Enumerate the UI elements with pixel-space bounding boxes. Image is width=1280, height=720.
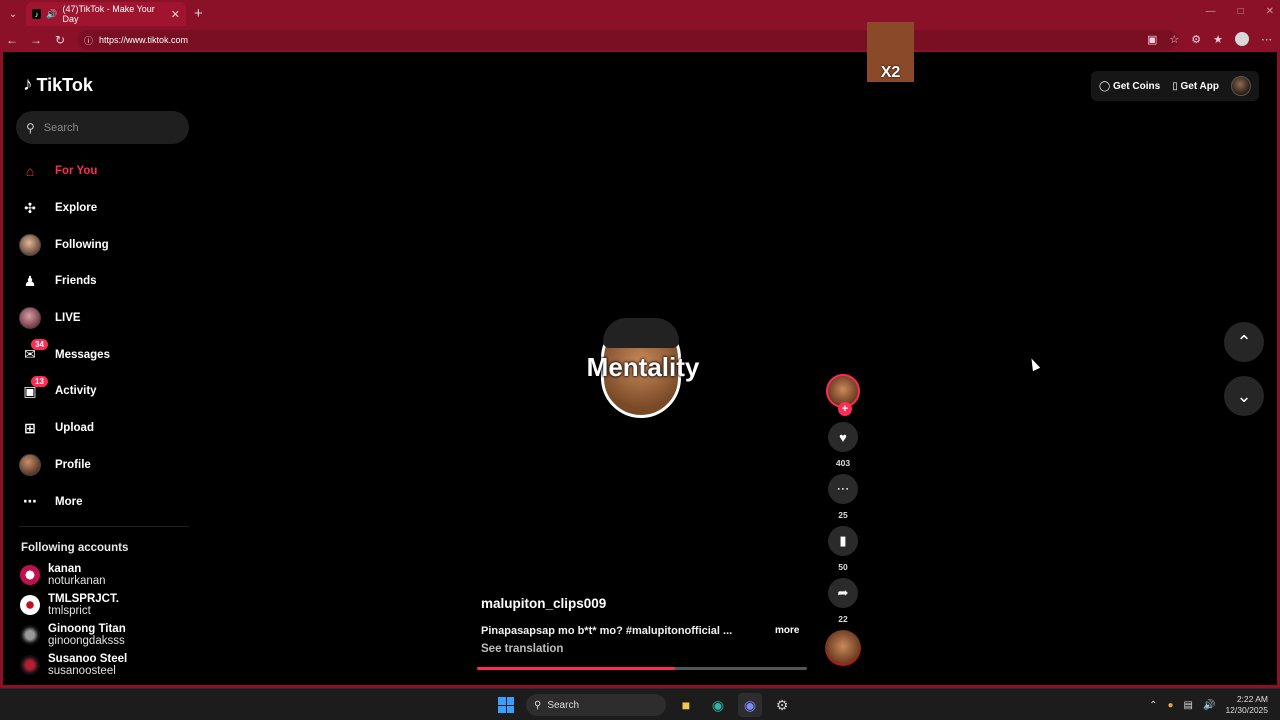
url-text: https://www.tiktok.com bbox=[99, 35, 189, 45]
tab-title: (47)TikTok - Make Your Day bbox=[62, 4, 155, 24]
tab-actions-icon[interactable]: ⌄ bbox=[0, 0, 26, 28]
clock-time: 2:22 AM bbox=[1236, 694, 1268, 704]
app-icon[interactable]: ⚙ bbox=[770, 693, 794, 717]
browser-profile-icon[interactable] bbox=[1235, 32, 1249, 46]
favorites-icon[interactable]: ★ bbox=[1213, 33, 1223, 46]
taskbar-search-label: Search bbox=[547, 699, 580, 711]
favorite-star-icon[interactable]: ☆ bbox=[1169, 33, 1179, 46]
taskbar: ⚲ Search ■ ◉ ◉ ⚙ ⌃ ● ▤ 🔊 2:22 AM 12/30/2… bbox=[0, 688, 1280, 720]
taskbar-search[interactable]: ⚲ Search bbox=[526, 694, 666, 716]
system-tray: ⌃ ● ▤ 🔊 2:22 AM 12/30/2025 bbox=[1149, 694, 1268, 716]
site-info-icon[interactable]: ⓘ bbox=[84, 34, 93, 47]
tray-overflow-icon[interactable]: ⌃ bbox=[1149, 700, 1157, 711]
back-icon[interactable]: ← bbox=[0, 33, 24, 47]
close-window-icon[interactable]: ✕ bbox=[1266, 6, 1274, 17]
file-explorer-icon[interactable]: ■ bbox=[674, 693, 698, 717]
maximize-icon[interactable]: □ bbox=[1238, 6, 1244, 17]
extension-icon[interactable]: ⚙ bbox=[1191, 33, 1201, 46]
close-tab-icon[interactable]: ✕ bbox=[171, 8, 180, 21]
forward-icon[interactable]: → bbox=[24, 33, 48, 47]
address-bar-actions: ▣ ☆ ⚙ ★ ⋯ bbox=[1147, 32, 1272, 46]
search-icon: ⚲ bbox=[534, 699, 542, 711]
audio-icon[interactable]: 🔊 bbox=[46, 9, 57, 20]
browser-frame bbox=[0, 52, 1280, 688]
network-icon[interactable]: ▤ bbox=[1184, 700, 1193, 711]
discord-icon[interactable]: ◉ bbox=[738, 693, 762, 717]
browser-titlebar: ⌄ ♪ 🔊 (47)TikTok - Make Your Day ✕ + — □… bbox=[0, 0, 1280, 28]
browser-tab[interactable]: ♪ 🔊 (47)TikTok - Make Your Day ✕ bbox=[26, 2, 186, 26]
address-bar-row: ← → ↻ ⓘ https://www.tiktok.com ▣ ☆ ⚙ ★ ⋯ bbox=[0, 28, 1280, 52]
apps-icon[interactable]: ▣ bbox=[1147, 33, 1157, 46]
edge-icon[interactable]: ◉ bbox=[706, 693, 730, 717]
taskbar-apps: ⚲ Search ■ ◉ ◉ ⚙ bbox=[494, 693, 794, 717]
new-tab-icon[interactable]: + bbox=[194, 5, 203, 22]
windows-start-icon[interactable] bbox=[494, 693, 518, 717]
clock-date: 12/30/2025 bbox=[1225, 705, 1268, 715]
microphone-icon[interactable]: ● bbox=[1168, 700, 1174, 711]
volume-icon[interactable]: 🔊 bbox=[1203, 700, 1215, 711]
tiktok-favicon-icon: ♪ bbox=[32, 9, 42, 19]
minimize-icon[interactable]: — bbox=[1206, 6, 1216, 17]
url-field[interactable]: ⓘ https://www.tiktok.com bbox=[78, 30, 1178, 50]
browser-menu-icon[interactable]: ⋯ bbox=[1261, 33, 1272, 46]
window-controls: — □ ✕ bbox=[1206, 6, 1274, 17]
refresh-icon[interactable]: ↻ bbox=[48, 33, 72, 47]
clock[interactable]: 2:22 AM 12/30/2025 bbox=[1225, 694, 1268, 716]
